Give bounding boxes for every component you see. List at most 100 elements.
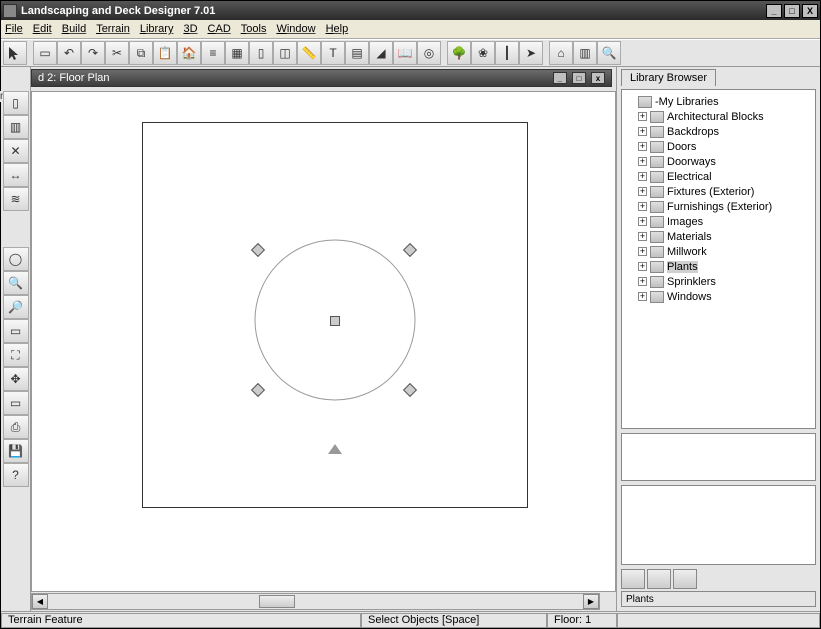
- expand-icon[interactable]: +: [638, 172, 647, 181]
- menu-build[interactable]: Build: [62, 23, 86, 35]
- scroll-right-icon[interactable]: ▶: [583, 594, 599, 609]
- left-save-tool-icon[interactable]: 💾: [3, 439, 29, 463]
- tree-item[interactable]: +Images: [624, 214, 813, 229]
- menu-cad[interactable]: CAD: [208, 23, 231, 35]
- left-pan-tool-icon[interactable]: ✥: [3, 367, 29, 391]
- left-dimension-tool-icon[interactable]: ↔: [3, 163, 29, 187]
- expand-icon[interactable]: +: [638, 157, 647, 166]
- scroll-left-icon[interactable]: ◀: [32, 594, 48, 609]
- tree-item[interactable]: +Windows: [624, 289, 813, 304]
- handle-center[interactable]: [330, 316, 340, 326]
- library-tab[interactable]: Library Browser: [621, 69, 716, 86]
- ruler-tool-icon[interactable]: 📏: [297, 41, 321, 65]
- color-tool-icon[interactable]: ▤: [345, 41, 369, 65]
- tree-item[interactable]: +Materials: [624, 229, 813, 244]
- left-print-tool-icon[interactable]: ⎙: [3, 415, 29, 439]
- arrow-tool-icon[interactable]: ➤: [519, 41, 543, 65]
- lib-view3-icon[interactable]: [673, 569, 697, 589]
- tree-item[interactable]: +Sprinklers: [624, 274, 813, 289]
- close-button[interactable]: X: [802, 4, 818, 18]
- maximize-button[interactable]: □: [784, 4, 800, 18]
- house-tool-icon[interactable]: 🏠: [177, 41, 201, 65]
- stairs-tool-icon[interactable]: ≡: [201, 41, 225, 65]
- scroll-thumb[interactable]: [259, 595, 295, 608]
- expand-icon[interactable]: +: [638, 187, 647, 196]
- subwindow-maximize[interactable]: □: [572, 72, 586, 84]
- tree-root-label: -My Libraries: [655, 96, 719, 108]
- left-page-tool-icon[interactable]: ▭: [3, 391, 29, 415]
- text-tool-icon[interactable]: T: [321, 41, 345, 65]
- menu-help[interactable]: Help: [326, 23, 349, 35]
- minimize-button[interactable]: _: [766, 4, 782, 18]
- tree-root[interactable]: -My Libraries: [624, 94, 813, 109]
- lib-view2-icon[interactable]: [647, 569, 671, 589]
- book-tool-icon[interactable]: 📖: [393, 41, 417, 65]
- subwindow-minimize[interactable]: _: [553, 72, 567, 84]
- tree-item[interactable]: +Electrical: [624, 169, 813, 184]
- expand-icon[interactable]: +: [638, 247, 647, 256]
- wall-tool-icon[interactable]: ▦: [225, 41, 249, 65]
- menu-terrain[interactable]: Terrain: [96, 23, 130, 35]
- left-toolbar: next ▯ ▥ ✕ ↔ ≋ ◯ 🔍 🔎 ▭ ⛶ ✥ ▭ ⎙ 💾 ?: [1, 67, 31, 611]
- undo-tool-icon[interactable]: ↶: [57, 41, 81, 65]
- tree-item[interactable]: +Millwork: [624, 244, 813, 259]
- open-tool-icon[interactable]: ▭: [33, 41, 57, 65]
- left-fit-tool-icon[interactable]: ⛶: [3, 343, 29, 367]
- subwindow-close[interactable]: x: [591, 72, 605, 84]
- roof-tool-icon[interactable]: ◢: [369, 41, 393, 65]
- menu-edit[interactable]: Edit: [33, 23, 52, 35]
- house2-tool-icon[interactable]: ⌂: [549, 41, 573, 65]
- copy-tool-icon[interactable]: ⧉: [129, 41, 153, 65]
- tree-item[interactable]: +Architectural Blocks: [624, 109, 813, 124]
- post-tool-icon[interactable]: ┃: [495, 41, 519, 65]
- app-icon: [3, 4, 17, 18]
- expand-icon[interactable]: +: [638, 202, 647, 211]
- window-tool-icon[interactable]: ◫: [273, 41, 297, 65]
- tree-item[interactable]: +Doorways: [624, 154, 813, 169]
- cut-tool-icon[interactable]: ✂: [105, 41, 129, 65]
- select-tool-icon[interactable]: [3, 41, 27, 65]
- plant-tool-icon[interactable]: ❀: [471, 41, 495, 65]
- tree-item[interactable]: +Fixtures (Exterior): [624, 184, 813, 199]
- folder-icon: [650, 201, 664, 213]
- left-zoomin-tool-icon[interactable]: 🔍: [3, 271, 29, 295]
- horizontal-scrollbar[interactable]: ◀ ▶: [31, 593, 600, 610]
- window2-tool-icon[interactable]: ▥: [573, 41, 597, 65]
- left-poly-tool-icon[interactable]: ≋: [3, 187, 29, 211]
- target-tool-icon[interactable]: ◎: [417, 41, 441, 65]
- expand-icon[interactable]: +: [638, 277, 647, 286]
- menu-tools[interactable]: Tools: [241, 23, 267, 35]
- expand-icon[interactable]: +: [638, 262, 647, 271]
- tree-item[interactable]: +Backdrops: [624, 124, 813, 139]
- left-zoomrect-tool-icon[interactable]: ▭: [3, 319, 29, 343]
- left-circle-tool-icon[interactable]: ◯: [3, 247, 29, 271]
- redo-tool-icon[interactable]: ↷: [81, 41, 105, 65]
- menu-3d[interactable]: 3D: [183, 23, 197, 35]
- expand-icon[interactable]: +: [638, 127, 647, 136]
- left-delete-tool-icon[interactable]: ✕: [3, 139, 29, 163]
- left-zoomout-tool-icon[interactable]: 🔎: [3, 295, 29, 319]
- drawing-canvas[interactable]: [31, 91, 616, 592]
- door-tool-icon[interactable]: ▯: [249, 41, 273, 65]
- tree-item[interactable]: +Doors: [624, 139, 813, 154]
- lib-view1-icon[interactable]: [621, 569, 645, 589]
- expand-icon[interactable]: +: [638, 292, 647, 301]
- left-help-tool-icon[interactable]: ?: [3, 463, 29, 487]
- menu-library[interactable]: Library: [140, 23, 174, 35]
- expand-icon[interactable]: +: [638, 142, 647, 151]
- expand-icon[interactable]: +: [638, 112, 647, 121]
- folder-icon: [650, 291, 664, 303]
- left-door-tool-icon[interactable]: ▯: [3, 91, 29, 115]
- handle-rotate-icon[interactable]: [328, 444, 342, 454]
- menu-file[interactable]: File: [5, 23, 23, 35]
- paste-tool-icon[interactable]: 📋: [153, 41, 177, 65]
- menu-window[interactable]: Window: [276, 23, 315, 35]
- expand-icon[interactable]: +: [638, 217, 647, 226]
- left-column-tool-icon[interactable]: ▥: [3, 115, 29, 139]
- expand-icon[interactable]: +: [638, 232, 647, 241]
- tree-tool-icon[interactable]: 🌳: [447, 41, 471, 65]
- tree-item[interactable]: +Furnishings (Exterior): [624, 199, 813, 214]
- zoom-tool-icon[interactable]: 🔍: [597, 41, 621, 65]
- tree-item[interactable]: +Plants: [624, 259, 813, 274]
- library-tree[interactable]: -My Libraries +Architectural Blocks+Back…: [621, 89, 816, 429]
